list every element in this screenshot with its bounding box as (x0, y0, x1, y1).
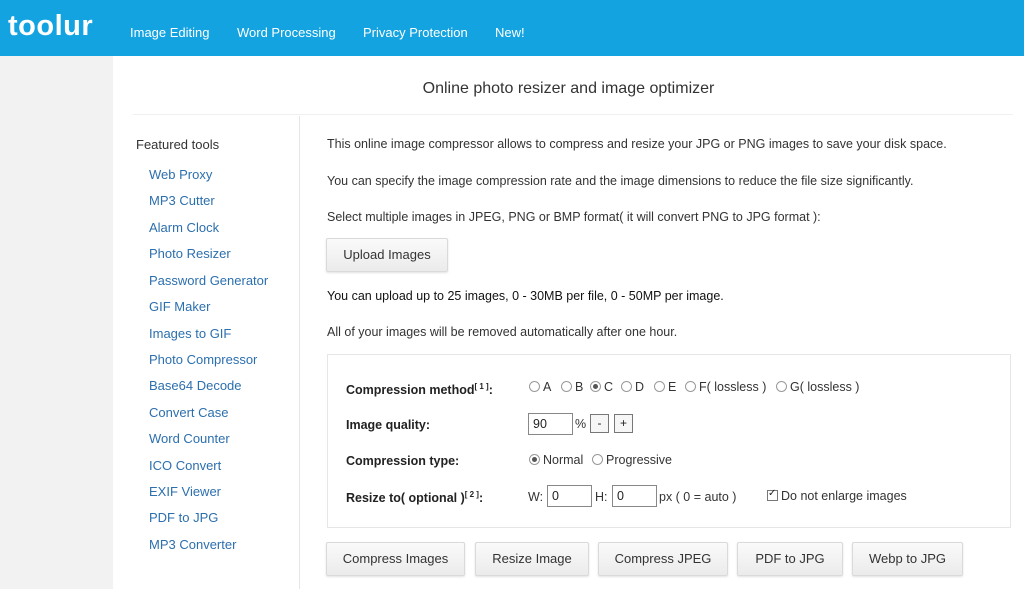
resize-width-input[interactable]: 0 (547, 485, 592, 507)
method-e-radio[interactable] (654, 381, 665, 392)
type-progressive-label[interactable]: Progressive (606, 453, 672, 467)
sidebar-item-pdf-to-jpg[interactable]: PDF to JPG (149, 510, 218, 525)
resize-image-button[interactable]: Resize Image (475, 542, 589, 576)
sidebar-item-exif-viewer[interactable]: EXIF Viewer (149, 484, 221, 499)
compression-type-label: Compression type: (346, 454, 460, 468)
height-label: H: (595, 490, 608, 504)
nav-word-processing[interactable]: Word Processing (237, 25, 336, 40)
method-a-label[interactable]: A (543, 380, 551, 394)
resize-height-input[interactable]: 0 (612, 485, 657, 507)
resize-label: Resize to( optional )[ 2 ]: (346, 490, 484, 506)
sidebar-item-photo-resizer[interactable]: Photo Resizer (149, 246, 231, 261)
title-divider (133, 114, 1013, 115)
type-normal-label[interactable]: Normal (543, 453, 583, 467)
pdf-to-jpg-button[interactable]: PDF to JPG (737, 542, 843, 576)
quality-increase-button[interactable]: + (614, 414, 633, 433)
sidebar-item-convert-case[interactable]: Convert Case (149, 405, 228, 420)
image-quality-label: Image quality: (346, 418, 431, 432)
sidebar-item-ico-convert[interactable]: ICO Convert (149, 458, 221, 473)
sidebar-item-mp3-cutter[interactable]: MP3 Cutter (149, 193, 215, 208)
sidebar-heading: Featured tools (136, 137, 220, 152)
compression-options-panel: Compression method[ 1 ]: A B C D E F( lo… (327, 354, 1011, 528)
page-title: Online photo resizer and image optimizer (422, 80, 715, 97)
nav-privacy-protection[interactable]: Privacy Protection (363, 25, 468, 40)
compression-method-label: Compression method[ 1 ]: (346, 382, 493, 398)
intro-text: You can specify the image compression ra… (327, 174, 914, 188)
method-d-radio[interactable] (621, 381, 632, 392)
do-not-enlarge-label[interactable]: Do not enlarge images (781, 489, 907, 503)
site-logo[interactable]: toolur (8, 10, 93, 43)
method-c-radio[interactable] (590, 381, 601, 392)
method-a-radio[interactable] (529, 381, 540, 392)
nav-new[interactable]: New! (495, 25, 525, 40)
main-content-panel: Online photo resizer and image optimizer… (113, 56, 1024, 589)
sidebar-item-base64-decode[interactable]: Base64 Decode (149, 378, 242, 393)
method-f-label[interactable]: F( lossless ) (699, 380, 766, 394)
method-b-radio[interactable] (561, 381, 572, 392)
do-not-enlarge-checkbox[interactable] (767, 488, 778, 501)
quality-decrease-button[interactable]: - (590, 414, 609, 433)
type-progressive-radio[interactable] (592, 454, 603, 465)
method-d-label[interactable]: D (635, 380, 644, 394)
sidebar-item-images-to-gif[interactable]: Images to GIF (149, 326, 231, 341)
method-e-label[interactable]: E (668, 380, 676, 394)
sidebar-item-alarm-clock[interactable]: Alarm Clock (149, 220, 219, 235)
sidebar-item-mp3-converter[interactable]: MP3 Converter (149, 537, 236, 552)
method-g-label[interactable]: G( lossless ) (790, 380, 859, 394)
method-f-radio[interactable] (685, 381, 696, 392)
method-b-label[interactable]: B (575, 380, 583, 394)
method-g-radio[interactable] (776, 381, 787, 392)
percent-unit: % (575, 417, 587, 431)
sidebar-item-gif-maker[interactable]: GIF Maker (149, 299, 210, 314)
sidebar-item-password-generator[interactable]: Password Generator (149, 273, 268, 288)
type-normal-radio[interactable] (529, 454, 540, 465)
width-label: W: (528, 490, 544, 504)
removal-notice: All of your images will be removed autom… (327, 325, 678, 339)
top-navigation-bar: toolur Image Editing Word Processing Pri… (0, 0, 1024, 56)
method-c-label[interactable]: C (604, 380, 613, 394)
pixel-auto-note: px ( 0 = auto ) (659, 490, 737, 504)
sidebar-divider (299, 116, 300, 589)
sidebar-item-web-proxy[interactable]: Web Proxy (149, 167, 212, 182)
format-instructions: Select multiple images in JPEG, PNG or B… (327, 210, 821, 224)
upload-images-button[interactable]: Upload Images (326, 238, 448, 272)
image-quality-input[interactable]: 90 (528, 413, 573, 435)
compress-images-button[interactable]: Compress Images (326, 542, 465, 576)
footnote-2-link[interactable]: [ 2 ] (465, 490, 479, 499)
upload-limits-text: You can upload up to 25 images, 0 - 30MB… (327, 289, 724, 303)
intro-text: This online image compressor allows to c… (327, 137, 947, 151)
sidebar-item-word-counter[interactable]: Word Counter (149, 431, 230, 446)
webp-to-jpg-button[interactable]: Webp to JPG (852, 542, 963, 576)
nav-image-editing[interactable]: Image Editing (130, 25, 210, 40)
compress-jpeg-button[interactable]: Compress JPEG (598, 542, 728, 576)
footnote-1-link[interactable]: [ 1 ] (475, 382, 489, 391)
sidebar-item-photo-compressor[interactable]: Photo Compressor (149, 352, 257, 367)
